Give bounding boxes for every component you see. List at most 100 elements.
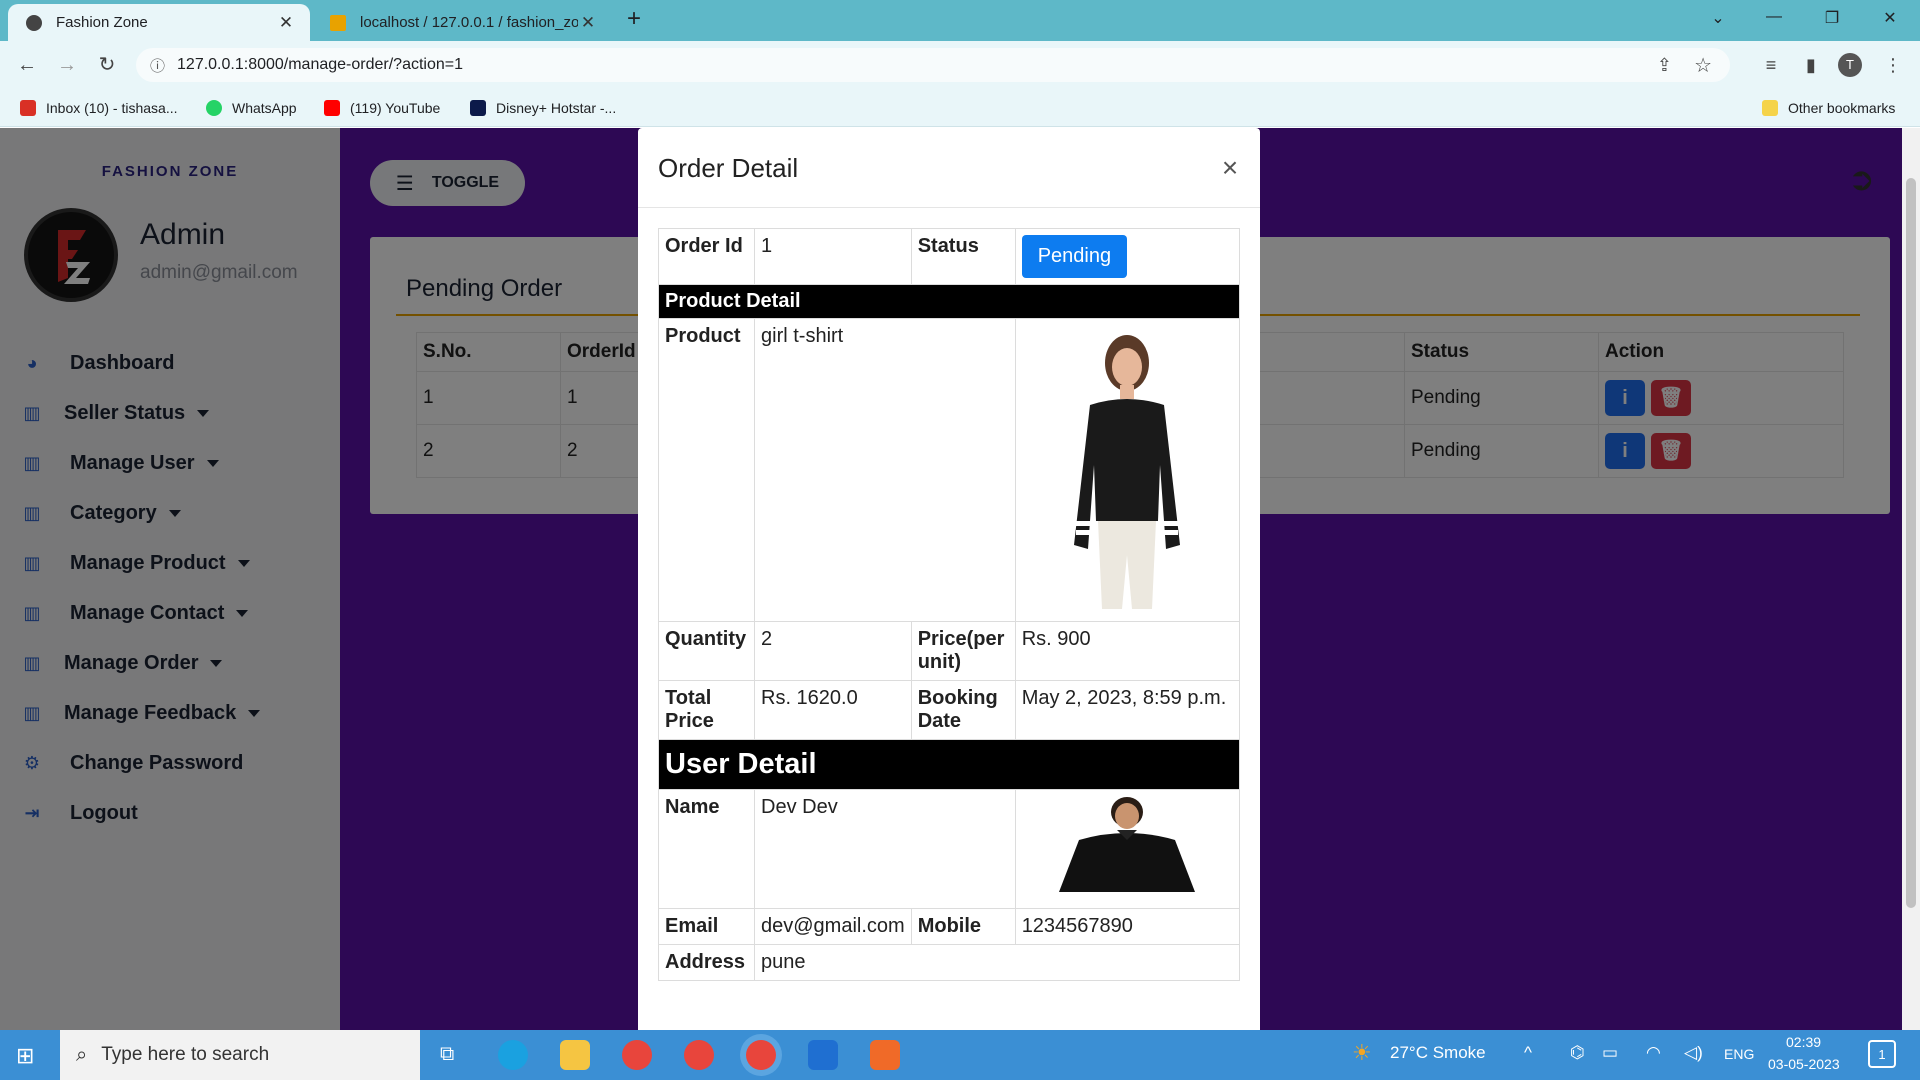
taskbar-search[interactable]: ⌕ Type here to search	[60, 1030, 420, 1080]
clock-date[interactable]: 03-05-2023	[1768, 1056, 1840, 1072]
edge-icon[interactable]	[498, 1040, 528, 1070]
url-text: 127.0.0.1:8000/manage-order/?action=1	[177, 56, 464, 73]
product-image-cell	[1014, 318, 1241, 622]
email-value: dev@gmail.com	[754, 908, 912, 945]
bookmark-star-icon[interactable]: ☆	[1694, 53, 1712, 78]
share-icon[interactable]: ⇪	[1657, 55, 1672, 76]
modal-divider	[638, 207, 1260, 208]
status-badge[interactable]: Pending	[1021, 235, 1128, 278]
chrome-icon[interactable]	[622, 1040, 652, 1070]
booking-date-label: Booking Date	[910, 680, 1016, 740]
forward-button[interactable]: →	[54, 52, 80, 78]
reload-button[interactable]: ↻	[94, 52, 120, 78]
reading-list-icon[interactable]: ≡	[1758, 52, 1784, 78]
close-tab-icon[interactable]: ✕	[578, 13, 598, 33]
chrome-icon[interactable]	[684, 1040, 714, 1070]
address-label: Address	[658, 944, 755, 981]
order-id-label: Order Id	[658, 228, 755, 285]
page-scrollbar[interactable]	[1902, 128, 1920, 1030]
phpmyadmin-icon	[330, 14, 346, 31]
notification-icon[interactable]: 1	[1868, 1040, 1896, 1068]
modal-title: Order Detail	[658, 153, 799, 183]
bookmark-label: (119) YouTube	[350, 100, 441, 116]
section-row: User Detail	[658, 739, 1240, 790]
quantity-label: Quantity	[658, 621, 755, 681]
search-icon: ⌕	[76, 1043, 88, 1066]
name-label: Name	[658, 789, 755, 909]
address-bar[interactable]: ⓘ 127.0.0.1:8000/manage-order/?action=1 …	[136, 48, 1730, 82]
tab-phpmyadmin[interactable]: localhost / 127.0.0.1 / fashion_zo ✕	[312, 4, 612, 41]
bookmark-youtube[interactable]: (119) YouTube	[324, 96, 440, 120]
site-info-icon[interactable]: ⓘ	[150, 55, 165, 76]
bookmark-label: Inbox (10) - tishasa...	[46, 100, 178, 116]
youtube-icon	[324, 100, 340, 116]
user-image	[1059, 797, 1196, 892]
task-view-icon[interactable]: ⧉	[440, 1043, 454, 1066]
browser-tab-strip: Fashion Zone ✕ localhost / 127.0.0.1 / f…	[0, 0, 1920, 41]
order-detail-modal: Order Detail × Order Id 1 Status Pending…	[638, 128, 1260, 1030]
back-button[interactable]: ←	[14, 52, 40, 78]
browser-menu-icon[interactable]: ⋮	[1880, 52, 1906, 78]
other-bookmarks-label: Other bookmarks	[1788, 100, 1896, 116]
volume-icon[interactable]: ◁)	[1684, 1043, 1703, 1063]
scrollbar-thumb[interactable]	[1906, 178, 1916, 908]
user-section-title: User Detail	[658, 739, 1240, 790]
email-row: Email dev@gmail.com Mobile 1234567890	[658, 908, 1241, 945]
quantity-row: Quantity 2 Price(per unit) Rs. 900	[658, 621, 1241, 681]
close-tab-icon[interactable]: ✕	[276, 13, 296, 33]
language-indicator[interactable]: ENG	[1724, 1046, 1754, 1062]
bookmark-hotstar[interactable]: Disney+ Hotstar -...	[470, 96, 616, 120]
weather-text[interactable]: 27°C Smoke	[1390, 1043, 1486, 1063]
mobile-value: 1234567890	[1014, 908, 1241, 945]
address-row: Address pune	[658, 944, 1240, 981]
tab-fashion-zone[interactable]: Fashion Zone ✕	[8, 4, 310, 41]
status-label: Status	[910, 228, 1016, 285]
total-label: Total Price	[658, 680, 755, 740]
bookmark-label: WhatsApp	[232, 100, 297, 116]
booking-date-value: May 2, 2023, 8:59 p.m.	[1014, 680, 1241, 740]
globe-icon	[26, 14, 42, 31]
price-value: Rs. 900	[1014, 621, 1241, 681]
hotstar-icon	[470, 100, 486, 116]
total-row: Total Price Rs. 1620.0 Booking Date May …	[658, 680, 1241, 740]
chevron-up-icon[interactable]: ^	[1524, 1043, 1532, 1063]
bookmark-whatsapp[interactable]: WhatsApp	[206, 96, 297, 120]
close-window-button[interactable]: ✕	[1878, 8, 1902, 32]
bookmark-gmail[interactable]: Inbox (10) - tishasa...	[20, 96, 178, 120]
network-icon[interactable]: ⌬	[1570, 1043, 1585, 1063]
chrome-active-icon[interactable]	[746, 1040, 776, 1070]
new-tab-button[interactable]: +	[622, 5, 646, 32]
email-label: Email	[658, 908, 755, 945]
product-section-title: Product Detail	[658, 284, 1240, 319]
restore-button[interactable]: ❐	[1820, 8, 1844, 32]
status-cell: Pending	[1014, 228, 1241, 285]
minimize-button[interactable]: —	[1762, 8, 1786, 32]
vscode-icon[interactable]	[808, 1040, 838, 1070]
product-value: girl t-shirt	[754, 318, 1016, 622]
other-bookmarks[interactable]: Other bookmarks	[1762, 96, 1895, 120]
file-explorer-icon[interactable]	[560, 1040, 590, 1070]
xampp-icon[interactable]	[870, 1040, 900, 1070]
tab-title: Fashion Zone	[56, 14, 148, 31]
battery-icon[interactable]: ▭	[1602, 1043, 1618, 1063]
section-row: Product Detail	[658, 284, 1240, 319]
windows-start-icon[interactable]: ⊞	[16, 1043, 34, 1069]
tab-search-icon[interactable]: ⌄	[1706, 8, 1730, 32]
wifi-icon[interactable]: ◠	[1646, 1043, 1661, 1063]
quantity-value: 2	[754, 621, 912, 681]
side-panel-icon[interactable]: ▮	[1798, 52, 1824, 78]
total-value: Rs. 1620.0	[754, 680, 912, 740]
search-placeholder: Type here to search	[101, 1044, 270, 1065]
address-value: pune	[754, 944, 1240, 981]
close-icon[interactable]: ×	[1218, 152, 1242, 184]
mobile-label: Mobile	[910, 908, 1016, 945]
order-id-value: 1	[754, 228, 912, 285]
tab-title: localhost / 127.0.0.1 / fashion_zo	[360, 14, 578, 31]
name-value: Dev Dev	[754, 789, 1016, 909]
profile-avatar[interactable]: T	[1838, 53, 1862, 77]
weather-icon: ☀	[1352, 1040, 1372, 1065]
notification-count: 1	[1878, 1047, 1886, 1062]
clock-time[interactable]: 02:39	[1786, 1034, 1821, 1050]
product-row: Product girl t-shirt	[658, 318, 1241, 622]
bookmark-label: Disney+ Hotstar -...	[496, 100, 617, 116]
